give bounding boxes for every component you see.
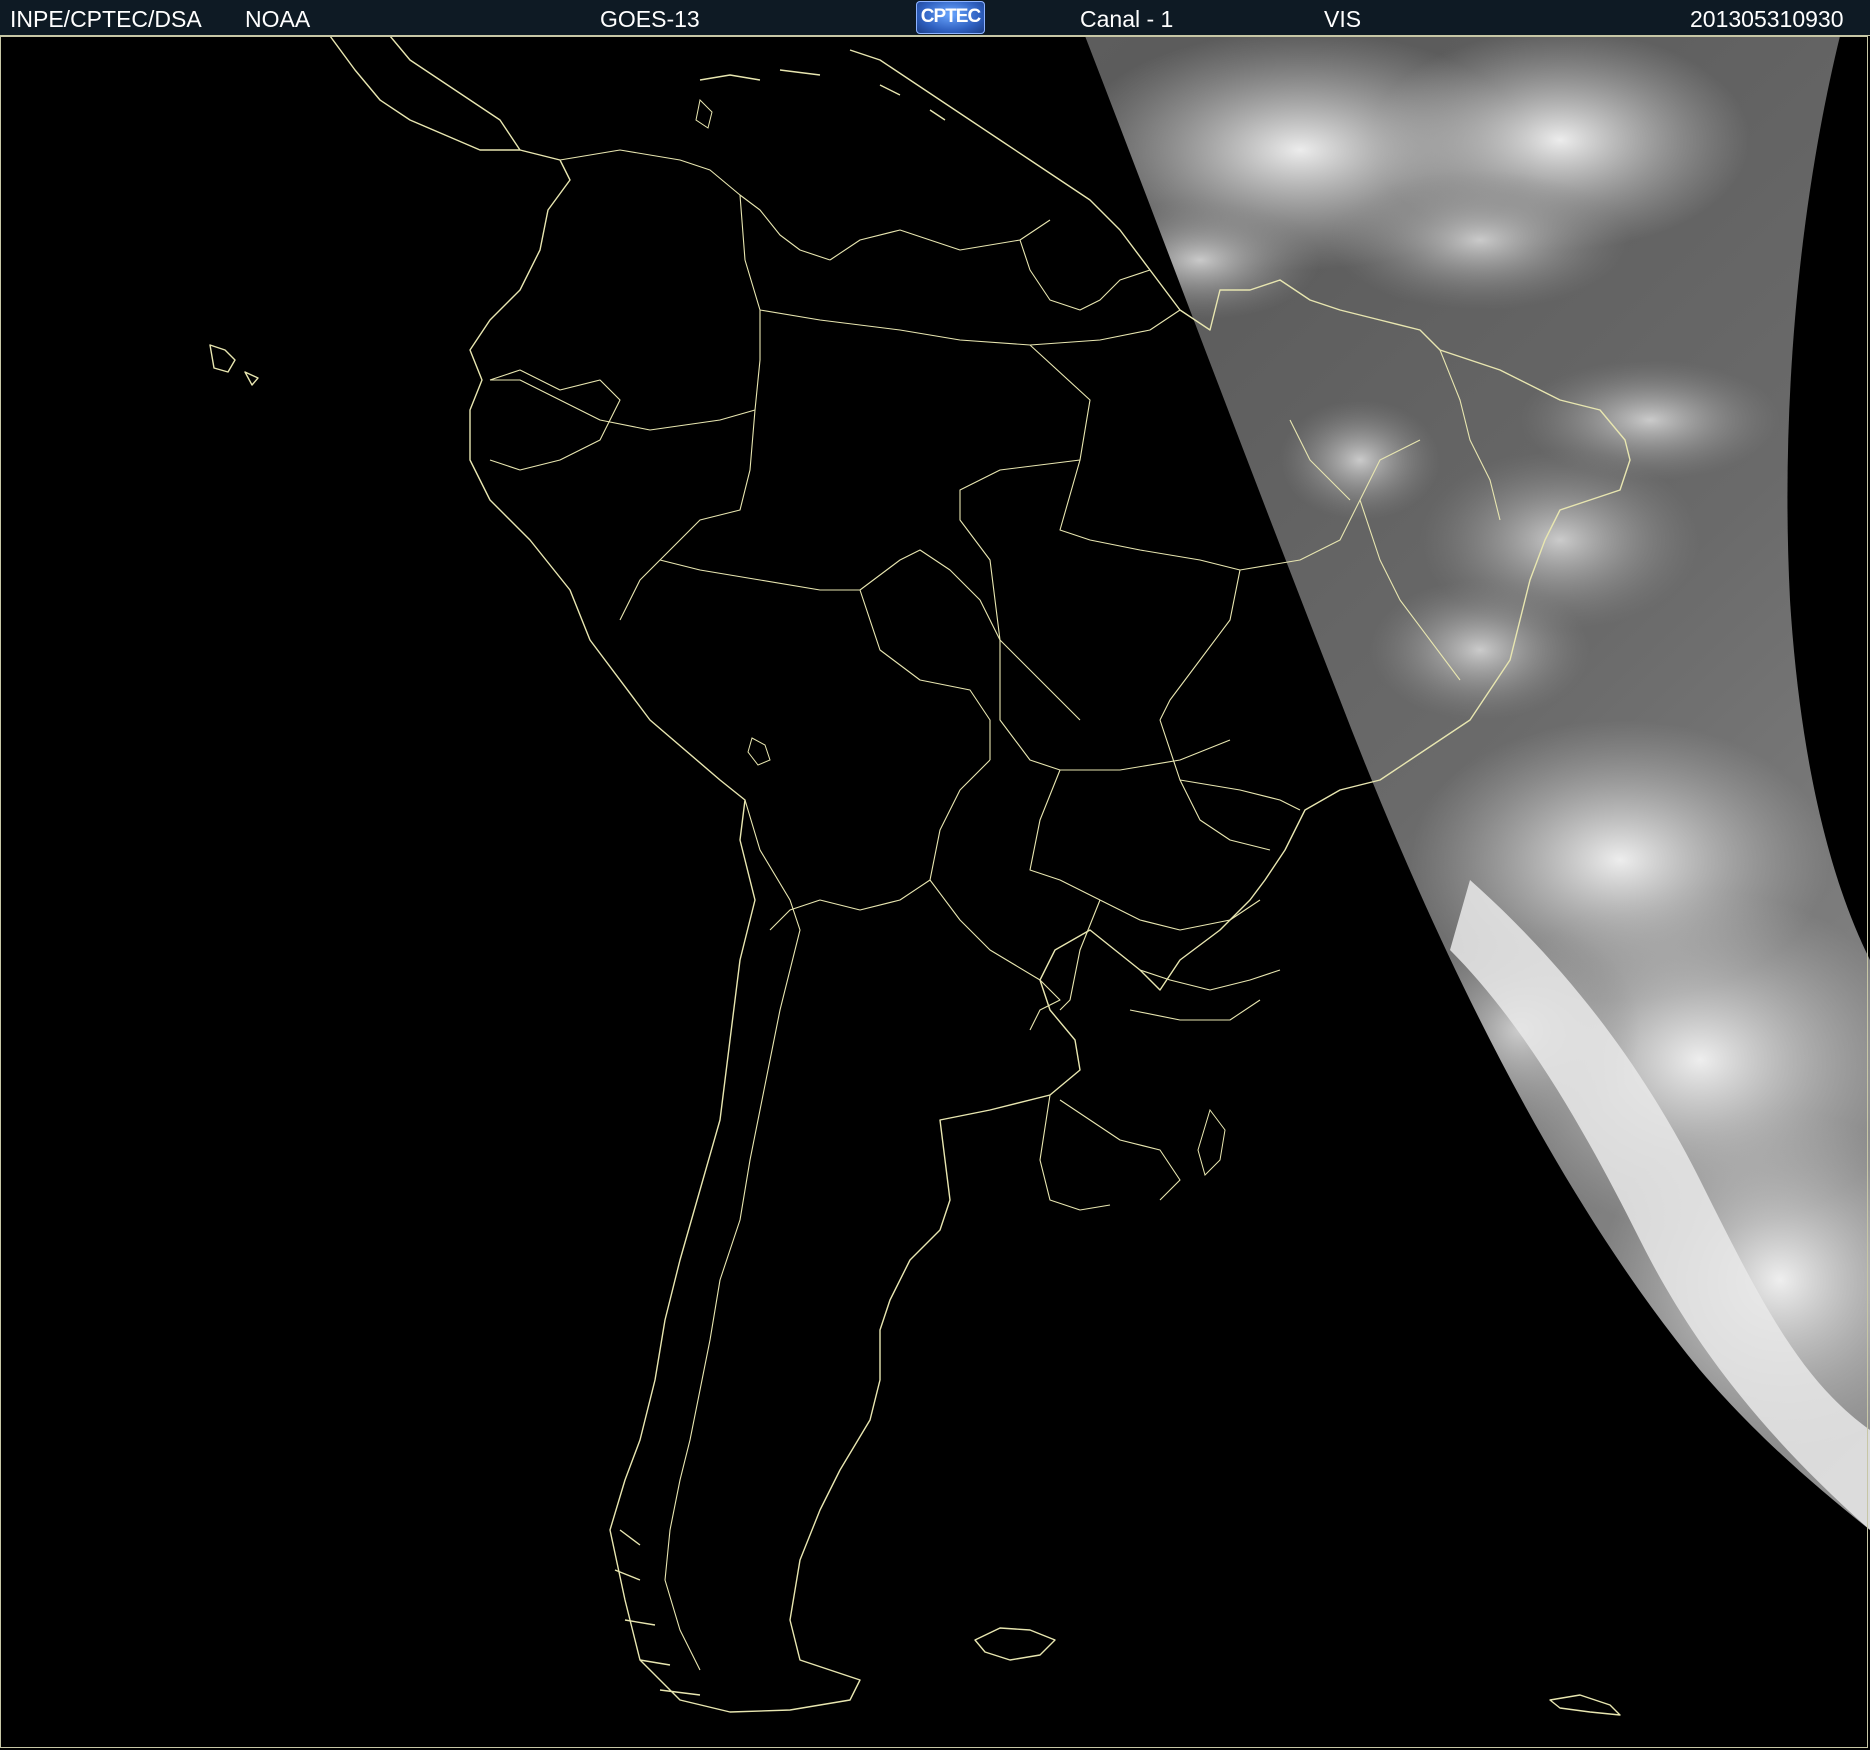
cloud-mass xyxy=(1330,170,1630,310)
cloud-mass xyxy=(1370,580,1590,720)
provider-label: NOAA xyxy=(245,6,311,32)
cloud-mass xyxy=(1280,400,1440,520)
channel-label: Canal - 1 xyxy=(1080,6,1174,32)
image-header-bar: INPE/CPTEC/DSA NOAA GOES-13 CPTEC Canal … xyxy=(0,0,1870,36)
timestamp-label: 201305310930 xyxy=(1690,6,1844,32)
agency-label: INPE/CPTEC/DSA xyxy=(10,6,202,32)
cloud-mass xyxy=(1520,360,1780,480)
satellite-map xyxy=(0,36,1870,1750)
satellite-label: GOES-13 xyxy=(600,6,700,32)
cptec-logo: CPTEC xyxy=(916,1,985,34)
band-label: VIS xyxy=(1324,6,1362,32)
logo-text: CPTEC xyxy=(920,6,981,27)
